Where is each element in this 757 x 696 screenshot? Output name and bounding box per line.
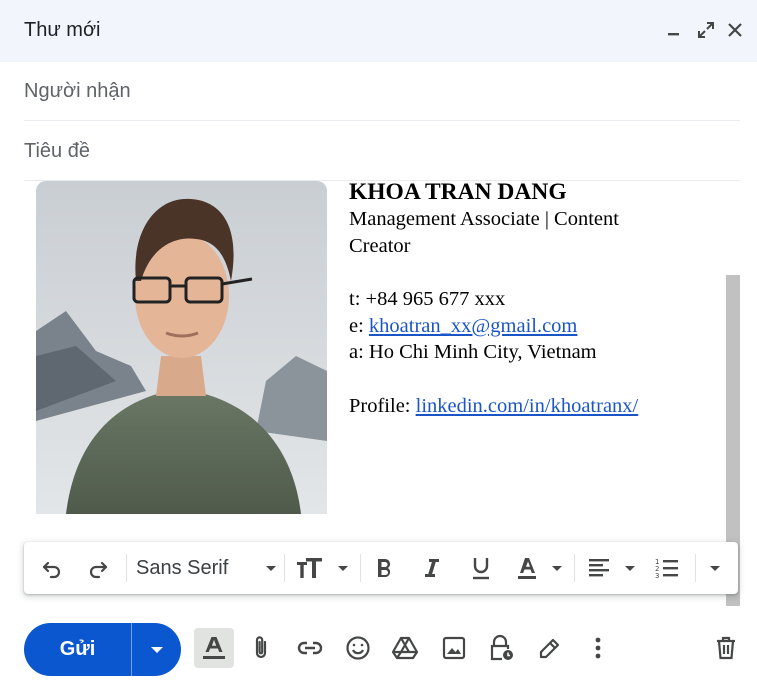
recipients-placeholder: Người nhận [24, 80, 131, 102]
signature-role: Management Associate | Content Creator [349, 208, 619, 257]
discard-icon[interactable] [706, 628, 746, 668]
signature-phone-line: t: +84 965 677 xxx [349, 288, 506, 310]
more-formatting-icon[interactable] [704, 554, 726, 582]
undo-icon[interactable] [38, 554, 66, 582]
italic-icon[interactable] [418, 554, 446, 582]
font-family-chevron-icon [266, 565, 276, 571]
font-family-value: Sans Serif [136, 556, 229, 579]
minimize-icon[interactable] [662, 18, 686, 42]
formatting-options-icon[interactable] [194, 628, 234, 668]
confidential-icon[interactable] [482, 628, 522, 668]
attach-icon[interactable] [241, 628, 281, 668]
link-icon[interactable] [290, 628, 330, 668]
email-signature: KHOA TRAN DANG Management Associate | Co… [349, 181, 669, 419]
signature-icon[interactable] [530, 628, 570, 668]
emoji-icon[interactable] [338, 628, 378, 668]
svg-text:3: 3 [655, 572, 659, 579]
signature-address: Ho Chi Minh City, Vietnam [368, 341, 597, 363]
underline-icon[interactable] [467, 554, 495, 582]
text-size-icon[interactable] [296, 554, 348, 582]
drive-icon[interactable] [385, 628, 425, 668]
font-family-select[interactable]: Sans Serif [136, 554, 276, 582]
subject-field[interactable]: Tiêu đề [24, 121, 740, 181]
expand-icon[interactable] [694, 18, 718, 42]
compose-header: Thư mới [0, 0, 757, 62]
signature-profile-link[interactable]: linkedin.com/in/khoatranx/ [416, 395, 639, 417]
image-icon[interactable] [434, 628, 474, 668]
align-icon[interactable] [587, 554, 635, 582]
more-options-icon[interactable] [578, 628, 618, 668]
compose-bottom-bar: Gửi [0, 606, 757, 696]
signature-email-line: e: khoatran_xx@gmail.com [349, 314, 578, 337]
subject-placeholder: Tiêu đề [24, 140, 90, 162]
signature-phone: +84 965 677 xxx [365, 288, 506, 310]
recipients-field[interactable]: Người nhận [24, 61, 740, 121]
send-button-group: Gửi [24, 623, 181, 676]
text-color-icon[interactable] [516, 554, 562, 582]
window-title: Thư mới [24, 19, 101, 41]
send-button[interactable]: Gửi [24, 623, 131, 676]
close-icon[interactable] [723, 18, 747, 42]
bold-icon[interactable] [370, 554, 398, 582]
signature-address-line: a: Ho Chi Minh City, Vietnam [349, 341, 597, 363]
signature-email-link[interactable]: khoatran_xx@gmail.com [369, 315, 577, 337]
signature-profile-line: Profile: linkedin.com/in/khoatranx/ [349, 394, 639, 417]
signature-name: KHOA TRAN DANG [349, 181, 567, 205]
signature-photo [36, 181, 327, 514]
numbered-list-icon[interactable]: 123 [653, 554, 681, 582]
send-options-chevron-icon[interactable] [132, 623, 181, 676]
redo-icon[interactable] [84, 554, 112, 582]
formatting-toolbar: Sans Serif 123 [24, 542, 738, 594]
